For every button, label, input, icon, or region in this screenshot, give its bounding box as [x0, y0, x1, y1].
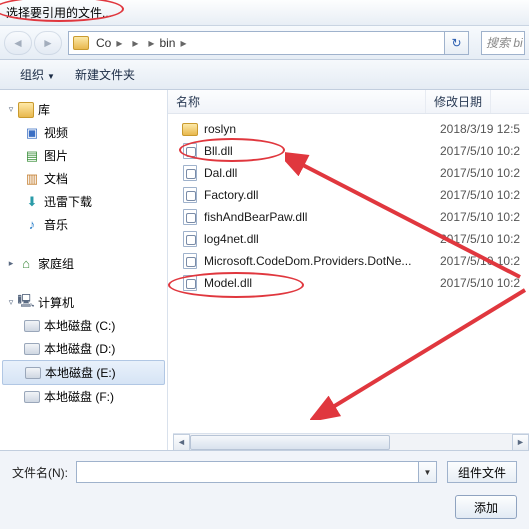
- add-button[interactable]: 添加: [455, 495, 517, 519]
- library-icon: [18, 102, 34, 118]
- address-bar[interactable]: Co▸ ▸ ▸ bin▸: [68, 31, 445, 55]
- video-icon: ▣: [24, 125, 40, 141]
- filetype-filter[interactable]: 组件文件: [447, 461, 517, 483]
- footer: 文件名(N): ▼ 组件文件 添加: [0, 450, 529, 529]
- scroll-thumb[interactable]: [190, 435, 390, 450]
- sidebar: ▿库 ▣视频 ▤图片 ▥文档 ⬇迅雷下载 ♪音乐 ▸⌂家庭组 ▿🖳计算机 本地磁…: [0, 90, 168, 450]
- sidebar-item-documents[interactable]: ▥文档: [2, 167, 165, 190]
- drive-icon: [24, 391, 40, 403]
- new-folder-button[interactable]: 新建文件夹: [65, 62, 145, 87]
- breadcrumb-part[interactable]: Co: [93, 36, 114, 50]
- sidebar-item-downloads[interactable]: ⬇迅雷下载: [2, 190, 165, 213]
- refresh-icon: ↻: [451, 36, 461, 50]
- column-name[interactable]: 名称: [168, 90, 426, 113]
- refresh-button[interactable]: ↻: [445, 31, 469, 55]
- annotation-arrow: [310, 280, 529, 420]
- horizontal-scrollbar[interactable]: ◄ ►: [173, 433, 529, 450]
- dll-icon: [182, 187, 198, 203]
- file-date: 2018/3/19 12:5: [440, 122, 520, 136]
- chevron-right-icon: ▸: [114, 36, 124, 50]
- computer-icon: 🖳: [18, 295, 34, 311]
- sidebar-drive-d[interactable]: 本地磁盘 (D:): [2, 337, 165, 360]
- homegroup-icon: ⌂: [18, 256, 34, 272]
- download-icon: ⬇: [24, 194, 40, 210]
- caret-icon: ▿: [6, 105, 16, 115]
- sidebar-computer[interactable]: ▿🖳计算机: [2, 291, 165, 314]
- filename-input[interactable]: [76, 461, 419, 483]
- dll-icon: [182, 253, 198, 269]
- forward-button[interactable]: ►: [34, 31, 62, 55]
- chevron-right-icon: ▸: [178, 36, 188, 50]
- dll-icon: [182, 275, 198, 291]
- folder-icon: [182, 121, 198, 137]
- search-input[interactable]: 搜索 bi: [481, 31, 525, 55]
- window-title: 选择要引用的文件...: [6, 4, 112, 21]
- search-placeholder: 搜索 bi: [486, 34, 523, 51]
- scroll-left-button[interactable]: ◄: [173, 434, 190, 451]
- dll-icon: [182, 165, 198, 181]
- filename-dropdown[interactable]: ▼: [419, 461, 437, 483]
- chevron-right-icon: ▸: [130, 36, 140, 50]
- drive-icon: [24, 320, 40, 332]
- toolbar: 组织▼ 新建文件夹: [0, 60, 529, 90]
- file-row[interactable]: roslyn2018/3/19 12:5: [168, 118, 529, 140]
- caret-icon: ▿: [6, 298, 16, 308]
- sidebar-libraries[interactable]: ▿库: [2, 98, 165, 121]
- sidebar-item-videos[interactable]: ▣视频: [2, 121, 165, 144]
- main-area: ▿库 ▣视频 ▤图片 ▥文档 ⬇迅雷下载 ♪音乐 ▸⌂家庭组 ▿🖳计算机 本地磁…: [0, 90, 529, 450]
- sidebar-drive-e[interactable]: 本地磁盘 (E:): [2, 360, 165, 385]
- caret-icon: ▸: [6, 259, 16, 269]
- column-modified[interactable]: 修改日期: [426, 90, 491, 113]
- dll-icon: [182, 143, 198, 159]
- sidebar-item-music[interactable]: ♪音乐: [2, 213, 165, 236]
- chevron-down-icon: ▼: [47, 72, 55, 81]
- title-bar: 选择要引用的文件...: [0, 0, 529, 26]
- dll-icon: [182, 231, 198, 247]
- sidebar-homegroup[interactable]: ▸⌂家庭组: [2, 252, 165, 275]
- sidebar-drive-f[interactable]: 本地磁盘 (F:): [2, 385, 165, 408]
- filename-label: 文件名(N):: [12, 464, 68, 481]
- scroll-right-button[interactable]: ►: [512, 434, 529, 451]
- chevron-right-icon: ▸: [146, 36, 156, 50]
- music-icon: ♪: [24, 217, 40, 233]
- breadcrumb-part[interactable]: bin: [156, 36, 178, 50]
- picture-icon: ▤: [24, 148, 40, 164]
- drive-icon: [24, 343, 40, 355]
- scroll-track[interactable]: [190, 434, 512, 451]
- sidebar-drive-c[interactable]: 本地磁盘 (C:): [2, 314, 165, 337]
- drive-icon: [25, 367, 41, 379]
- dll-icon: [182, 209, 198, 225]
- file-name: roslyn: [204, 122, 440, 136]
- sidebar-item-pictures[interactable]: ▤图片: [2, 144, 165, 167]
- organize-menu[interactable]: 组织▼: [10, 62, 65, 87]
- annotation-arrow: [285, 142, 525, 282]
- back-button[interactable]: ◄: [4, 31, 32, 55]
- document-icon: ▥: [24, 171, 40, 187]
- folder-icon: [73, 36, 89, 50]
- column-headers: 名称 修改日期: [168, 90, 529, 114]
- nav-bar: ◄ ► Co▸ ▸ ▸ bin▸ ↻ 搜索 bi: [0, 26, 529, 60]
